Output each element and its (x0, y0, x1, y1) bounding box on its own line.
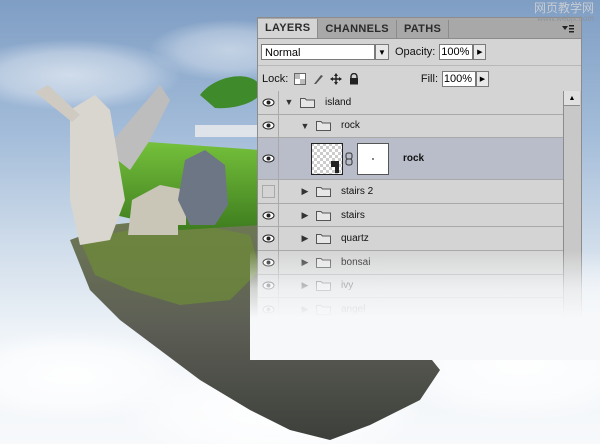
visibility-toggle[interactable] (258, 227, 279, 250)
lock-transparent-pixels-icon[interactable] (294, 73, 307, 85)
scroll-up-arrow-icon[interactable]: ▲ (564, 91, 580, 106)
expand-triangle-right-icon[interactable]: ▶ (300, 186, 310, 196)
eye-icon[interactable] (262, 152, 275, 165)
fill-label: Fill: (420, 73, 438, 85)
layer-row-island[interactable]: ▼ island (258, 91, 564, 115)
layer-row-stairs-2[interactable]: ▶ stairs 2 (258, 180, 564, 204)
expand-triangle-down-icon[interactable]: ▼ (300, 121, 310, 131)
fill-slider-arrow-icon[interactable]: ▶ (476, 71, 489, 87)
folder-icon (316, 186, 331, 197)
layer-row-stairs[interactable]: ▶ stairs (258, 203, 564, 228)
opacity-slider-arrow-icon[interactable]: ▶ (473, 44, 487, 60)
opacity-label: Opacity: (395, 46, 436, 58)
folder-icon (316, 210, 331, 221)
visibility-toggle[interactable] (258, 203, 279, 227)
blend-opacity-row: Normal ▼ Opacity: 100% ▶ (258, 39, 581, 65)
watermark-title: 网页教学网 (533, 1, 594, 15)
angel-statue (70, 95, 125, 245)
layer-name: rock (341, 120, 360, 132)
visibility-toggle[interactable] (258, 114, 279, 138)
lock-fill-row: Lock: Fill: 100% ▶ (258, 65, 581, 93)
layer-name: island (325, 96, 352, 108)
expand-triangle-down-icon[interactable]: ▼ (284, 97, 294, 107)
layer-thumbnail-icon[interactable] (311, 142, 343, 175)
chain-link-icon[interactable] (345, 152, 353, 166)
site-watermark: 网页教学网 www.webjx.com (534, 2, 594, 24)
layer-name: stairs 2 (341, 185, 374, 197)
watermark-url: www.webjx.com (537, 14, 594, 23)
fill-input[interactable]: 100% (442, 71, 476, 87)
bonsai-tree (200, 76, 262, 109)
eye-icon[interactable] (262, 119, 275, 132)
bottom-fade-overlay (250, 250, 600, 360)
lock-image-pixels-brush-icon[interactable] (312, 73, 324, 85)
folder-icon (300, 97, 315, 108)
visibility-toggle[interactable] (258, 138, 279, 180)
blend-mode-select[interactable]: Normal (261, 44, 375, 60)
layer-mask-thumbnail-icon[interactable] (357, 142, 389, 175)
eye-icon[interactable] (262, 96, 275, 109)
eye-icon[interactable] (262, 232, 275, 245)
eye-icon[interactable] (262, 209, 275, 222)
opacity-input[interactable]: 100% (439, 44, 474, 60)
folder-icon (316, 234, 331, 245)
lock-all-padlock-icon[interactable] (348, 73, 360, 85)
lock-position-move-icon[interactable] (330, 73, 343, 85)
layer-row-rock-group[interactable]: ▼ rock (258, 114, 564, 139)
tab-channels[interactable]: CHANNELS (318, 20, 397, 38)
eye-hidden-empty-box-icon[interactable] (261, 184, 275, 198)
layer-row-rock-selected[interactable]: rock (258, 138, 564, 181)
tab-paths[interactable]: PATHS (397, 20, 450, 38)
folder-icon (316, 121, 331, 132)
panel-tab-bar: LAYERS CHANNELS PATHS (258, 18, 581, 39)
lock-label: Lock: (262, 73, 289, 85)
expand-triangle-right-icon[interactable]: ▶ (300, 233, 310, 244)
layer-row-quartz[interactable]: ▶ quartz (258, 227, 564, 251)
tab-layers[interactable]: LAYERS (258, 19, 319, 38)
angel-arm (35, 85, 80, 122)
expand-triangle-right-icon[interactable]: ▶ (300, 210, 310, 220)
layer-name: rock (403, 153, 425, 165)
fence (195, 125, 260, 137)
visibility-toggle[interactable] (258, 180, 279, 203)
visibility-toggle[interactable] (258, 91, 279, 114)
panel-menu-icon[interactable] (561, 23, 575, 35)
layer-name: stairs (341, 209, 365, 221)
layer-name: quartz (341, 233, 369, 245)
chevron-down-icon[interactable]: ▼ (375, 44, 389, 60)
